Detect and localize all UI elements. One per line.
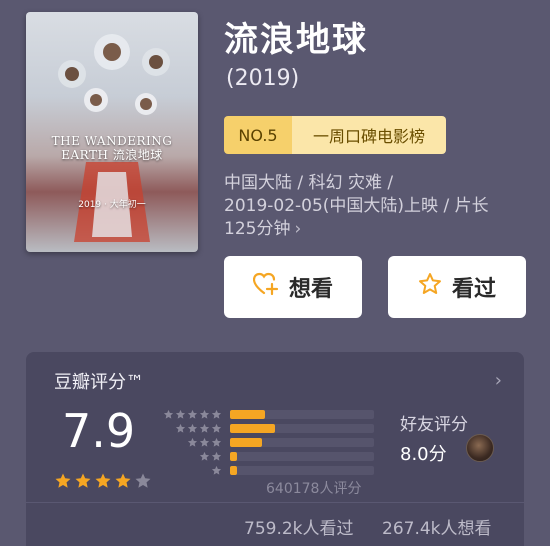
meta-line-2: 2019-02-05(中国大陆)上映 / 片长 [224, 196, 489, 216]
poster-tagline: 2019 · 大年初一 [78, 200, 146, 210]
friends-rating-score: 8.0分 [400, 444, 447, 465]
distribution-bar [230, 438, 262, 447]
movie-year: (2019) [226, 66, 300, 91]
star-filled-icon [114, 472, 132, 494]
distribution-bar [230, 424, 275, 433]
distribution-bar-track [230, 466, 374, 475]
distribution-bar [230, 466, 238, 475]
poster-art [58, 34, 170, 242]
distribution-stars [160, 465, 222, 476]
distribution-bar-track [230, 424, 374, 433]
distribution-stars [160, 409, 222, 420]
vote-count[interactable]: 640178人评分 [266, 478, 361, 498]
watched-button[interactable]: 看过 [388, 256, 526, 318]
rating-stars [54, 472, 152, 494]
distribution-row [160, 450, 380, 463]
star-filled-icon [94, 472, 112, 494]
want-to-watch-button[interactable]: 想看 [224, 256, 362, 318]
distribution-stars [160, 451, 222, 462]
poster-title: THE WANDERING EARTH 流浪地球 [51, 134, 173, 162]
wanting-count[interactable]: 267.4k人想看 [382, 514, 492, 539]
rank-number: NO.5 [224, 116, 292, 154]
star-filled-icon [54, 472, 72, 494]
want-button-label: 想看 [288, 277, 333, 302]
chevron-right-icon[interactable]: › [495, 370, 502, 391]
movie-title: 流浪地球 [224, 20, 368, 60]
rank-list-name: 一周口碑电影榜 [292, 116, 446, 154]
star-filled-icon [74, 472, 92, 494]
distribution-bar-track [230, 410, 374, 419]
star-empty-icon [134, 472, 152, 494]
heart-plus-icon [252, 272, 279, 302]
rating-score: 7.9 [62, 404, 136, 458]
distribution-row [160, 408, 380, 421]
watched-count[interactable]: 759.2k人看过 [244, 514, 354, 539]
chevron-right-icon: › [294, 219, 302, 239]
rating-card[interactable]: 豆瓣评分™ › 7.9 640178人评分 好友评分 8.0分 759.2k人看… [26, 352, 524, 546]
distribution-row [160, 422, 380, 435]
distribution-stars [160, 423, 222, 434]
distribution-bar-track [230, 438, 374, 447]
movie-poster[interactable]: THE WANDERING EARTH 流浪地球 2019 · 大年初一 [26, 12, 198, 252]
movie-meta[interactable]: 中国大陆 / 科幻 灾难 / 2019-02-05(中国大陆)上映 / 片长 1… [224, 172, 540, 241]
divider [26, 502, 524, 503]
distribution-bar [230, 452, 238, 461]
distribution-row [160, 436, 380, 449]
meta-line-3: 125分钟 [224, 219, 291, 239]
rating-card-title: 豆瓣评分™ [54, 372, 144, 393]
friend-avatar[interactable] [466, 434, 494, 462]
star-outline-icon [418, 272, 442, 302]
rating-distribution [160, 408, 380, 478]
friends-rating-label: 好友评分 [400, 415, 468, 435]
meta-line-1: 中国大陆 / 科幻 灾难 / [224, 173, 394, 193]
seen-button-label: 看过 [451, 277, 496, 302]
distribution-row [160, 464, 380, 477]
distribution-bar-track [230, 452, 374, 461]
rank-badge[interactable]: NO.5 一周口碑电影榜 [224, 116, 446, 154]
distribution-stars [160, 437, 222, 448]
distribution-bar [230, 410, 265, 419]
